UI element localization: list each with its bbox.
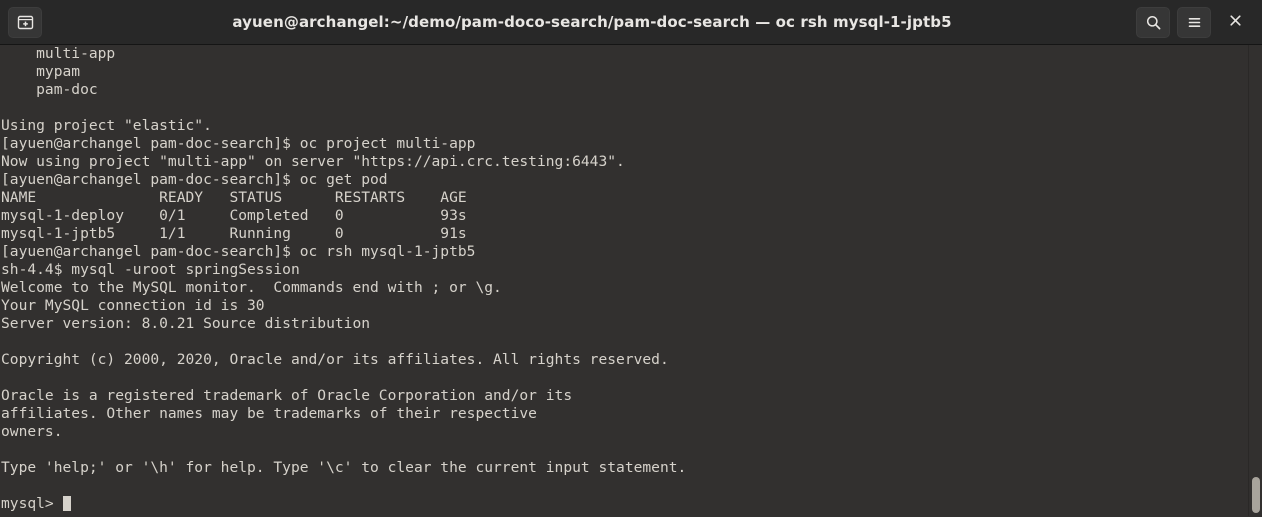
- terminal-line: Server version: 8.0.21 Source distributi…: [1, 315, 371, 332]
- terminal-line: [ayuen@archangel pam-doc-search]$ oc rsh…: [1, 243, 476, 260]
- search-button[interactable]: [1136, 6, 1170, 38]
- menu-button[interactable]: [1177, 6, 1211, 38]
- terminal-scrollbar[interactable]: [1248, 45, 1262, 516]
- hamburger-menu-icon: [1186, 14, 1203, 31]
- titlebar: ayuen@archangel:~/demo/pam-doco-search/p…: [0, 0, 1262, 45]
- terminal-lines: multi-app mypam pam-doc Using project "el…: [0, 45, 1262, 513]
- terminal-line: mypam: [1, 63, 81, 80]
- terminal-line: [ayuen@archangel pam-doc-search]$ oc get…: [1, 171, 388, 188]
- scrollbar-thumb[interactable]: [1252, 477, 1260, 513]
- terminal-line: pam-doc: [1, 81, 98, 98]
- terminal-line: Copyright (c) 2000, 2020, Oracle and/or …: [1, 351, 669, 368]
- window-title: ayuen@archangel:~/demo/pam-doco-search/p…: [232, 13, 952, 31]
- terminal-line: Your MySQL connection id is 30: [1, 297, 265, 314]
- titlebar-actions: [1136, 6, 1252, 38]
- terminal-line: Using project "elastic".: [1, 117, 212, 134]
- search-icon: [1145, 14, 1162, 31]
- terminal-line: mysql-1-deploy 0/1 Completed 0 93s: [1, 207, 467, 224]
- terminal-window: ayuen@archangel:~/demo/pam-doco-search/p…: [0, 0, 1262, 517]
- close-button[interactable]: [1218, 7, 1252, 38]
- terminal-line: Oracle is a registered trademark of Orac…: [1, 387, 573, 404]
- terminal-prompt-line: mysql>: [1, 495, 1262, 513]
- close-icon: [1228, 13, 1243, 32]
- terminal-line: sh-4.4$ mysql -uroot springSession: [1, 261, 300, 278]
- terminal-line: Type 'help;' or '\h' for help. Type '\c'…: [1, 459, 687, 476]
- terminal-line: multi-app: [1, 45, 116, 62]
- prompt-label: mysql>: [1, 495, 63, 512]
- terminal-line: Welcome to the MySQL monitor. Commands e…: [1, 279, 502, 296]
- terminal-output-area[interactable]: multi-app mypam pam-doc Using project "el…: [0, 45, 1262, 516]
- terminal-line: Now using project "multi-app" on server …: [1, 153, 625, 170]
- terminal-line: [ayuen@archangel pam-doc-search]$ oc pro…: [1, 135, 476, 152]
- new-terminal-button[interactable]: [8, 6, 42, 38]
- terminal-line: affiliates. Other names may be trademark…: [1, 405, 537, 422]
- terminal-line: mysql-1-jptb5 1/1 Running 0 91s: [1, 225, 467, 242]
- terminal-line: NAME READY STATUS RESTARTS AGE: [1, 189, 467, 206]
- terminal-line: owners.: [1, 423, 63, 440]
- text-cursor: [62, 496, 71, 511]
- new-terminal-icon: [17, 14, 34, 31]
